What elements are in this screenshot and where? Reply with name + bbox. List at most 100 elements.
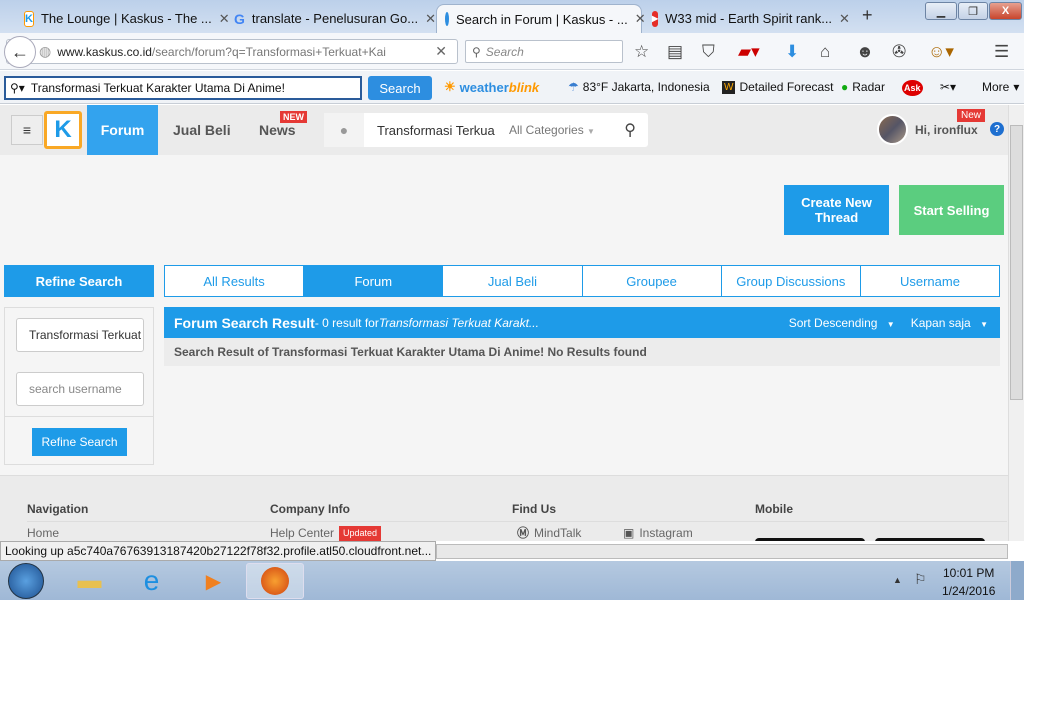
monkey-icon[interactable]: ☺▾ [928, 42, 954, 62]
tab-all-results[interactable]: All Results [165, 266, 305, 296]
web-page: ≡ K Forum Jual Beli News NEW ● Transform… [0, 105, 1008, 541]
app-store-badge[interactable] [755, 538, 865, 541]
results-header: Forum Search Result - 0 result for Trans… [164, 307, 1000, 338]
url-bar[interactable]: ◍ www.kaskus.co.id/search/forum?q=Transf… [6, 39, 458, 64]
refine-search-button[interactable]: Refine Search [32, 428, 127, 456]
minimize-button[interactable]: ▁ [925, 2, 957, 20]
tab-forum[interactable]: Forum [304, 266, 444, 296]
toolbar-search-button[interactable]: Search [368, 76, 432, 100]
weatherblink-logo[interactable]: ☀ weather blink [444, 79, 539, 95]
tools-icon: ✂▾ [940, 80, 957, 94]
sun-icon: ☀ [444, 79, 456, 94]
tab-the-lounge[interactable]: K The Lounge | Kaskus - The ... ✕ [16, 4, 230, 33]
footer-home-link[interactable]: Home [27, 526, 59, 541]
firefox-taskbar-button[interactable] [246, 563, 304, 599]
sort-dropdown[interactable]: Sort Descending ▼ [789, 316, 895, 330]
query-input[interactable]: Transformasi Terkuat Karakter Utama Di A… [16, 318, 144, 352]
vertical-scrollbar[interactable] [1008, 105, 1024, 541]
tab-strip: K The Lounge | Kaskus - The ... ✕ Gtransla… [0, 0, 1024, 33]
tab-username[interactable]: Username [860, 266, 1000, 296]
pocket-icon[interactable]: ⛉ [702, 42, 715, 62]
file-explorer-icon[interactable]: ▬ [62, 563, 117, 599]
download-icon[interactable]: ⬇ [785, 42, 799, 62]
menu-icon[interactable]: ☰ [994, 42, 1009, 62]
footer-instagram-link[interactable]: ▣ Instagram [623, 526, 693, 541]
youtube-icon: ▶ [652, 10, 659, 27]
radar-icon: ● [841, 80, 849, 94]
globe-icon: ◍ [39, 43, 52, 59]
create-thread-button[interactable]: Create New Thread [784, 185, 889, 235]
search-icon: ⚲▾ [10, 81, 25, 95]
toolbar-search-input[interactable]: ⚲▾ Transformasi Terkuat Karakter Utama Di… [4, 76, 362, 100]
category-select[interactable]: All Categories ▼ [509, 123, 595, 137]
refine-search-header: Refine Search [4, 265, 154, 297]
restore-button[interactable]: ❐ [958, 2, 988, 20]
close-icon[interactable]: ✕ [839, 11, 850, 27]
tab-groupee[interactable]: Groupee [582, 266, 722, 296]
start-button[interactable] [8, 563, 44, 599]
chat-bubble-icon: ● [324, 113, 364, 147]
user-new-badge: New [957, 109, 986, 122]
tab-group-discussions[interactable]: Group Discussions [721, 266, 861, 296]
username-input[interactable]: search username [16, 372, 144, 406]
new-tab-button[interactable]: + [862, 5, 873, 26]
avatar[interactable] [877, 114, 908, 145]
tab-translate[interactable]: Gtranslate - Penelusuran Go... ✕ [226, 4, 436, 33]
more-button[interactable]: More ▾ [982, 80, 1019, 94]
refine-panel: Transformasi Terkuat Karakter Utama Di A… [4, 307, 154, 465]
no-results-message: Search Result of Transformasi Terkuat Ka… [164, 338, 1000, 366]
taskbar: ▬ e ▶ ▲ ⚐ 10:01 PM 1/24/2016 [0, 561, 1024, 600]
firefox-icon [261, 567, 289, 595]
internet-explorer-icon[interactable]: e [124, 563, 179, 599]
home-icon[interactable]: ⌂ [820, 42, 830, 62]
forecast-icon: W [722, 80, 736, 94]
media-player-icon[interactable]: ▶ [186, 563, 241, 599]
site-header: ≡ K Forum Jual Beli News NEW ● Transform… [0, 105, 1008, 155]
navigation-bar: ← ◍ www.kaskus.co.id/search/forum?q=Tran… [0, 33, 1024, 70]
status-bar: Looking up a5c740a76763913187420b27122f7… [0, 541, 436, 561]
tools-button[interactable]: ✂▾ [940, 80, 956, 94]
show-hidden-icons[interactable]: ▲ [893, 575, 902, 585]
time-dropdown[interactable]: Kapan saja ▼ [911, 316, 988, 330]
flash-icon[interactable]: ▰▾ [738, 42, 760, 62]
mindtalk-icon: Ⓜ [517, 526, 530, 540]
tab-search-in-forum[interactable]: Search in Forum | Kaskus - ... ✕ [436, 4, 646, 33]
bookmark-star-icon[interactable]: ☆ [634, 42, 649, 62]
forecast-item[interactable]: W Detailed Forecast [722, 80, 834, 94]
close-window-button[interactable]: X [989, 2, 1022, 20]
ask-button[interactable]: Ask [902, 80, 923, 96]
back-button[interactable]: ← [4, 36, 36, 68]
footer: Navigation Company Info Find Us Mobile H… [0, 475, 1008, 541]
site-search-input[interactable]: Transformasi Terkua [377, 123, 497, 138]
clear-url-icon[interactable]: ✕ [435, 43, 447, 60]
tab-jual-beli[interactable]: Jual Beli [443, 266, 583, 296]
action-center-flag-icon[interactable]: ⚐ [914, 571, 927, 588]
clock[interactable]: 10:01 PM 1/24/2016 [942, 566, 995, 598]
help-icon[interactable]: ? [990, 122, 1004, 136]
footer-mindtalk-link[interactable]: Ⓜ MindTalk [517, 526, 581, 541]
nav-jual-beli[interactable]: Jual Beli [173, 105, 231, 155]
search-icon: ⚲ [472, 44, 481, 59]
horizontal-scrollbar[interactable] [436, 544, 1008, 559]
radar-item[interactable]: ● Radar [841, 80, 885, 94]
search-toolbar: ⚲▾ Transformasi Terkuat Karakter Utama Di… [0, 71, 1024, 104]
chat-icon[interactable]: ☻ [856, 42, 874, 62]
weather-item[interactable]: ☂ 83°F Jakarta, Indonesia [568, 80, 710, 94]
hamburger-menu-button[interactable]: ≡ [11, 115, 43, 145]
close-icon[interactable]: ✕ [425, 11, 436, 27]
kaskus-logo[interactable]: K [44, 111, 82, 149]
show-desktop-button[interactable] [1010, 561, 1024, 600]
start-selling-button[interactable]: Start Selling [899, 185, 1004, 235]
tab-youtube[interactable]: ▶ W33 mid - Earth Spirit rank... ✕ [644, 4, 850, 33]
footer-help-center-link[interactable]: Help Center Updated [270, 526, 382, 541]
instagram-icon: ▣ [623, 526, 635, 540]
nav-forum[interactable]: Forum [87, 105, 158, 155]
kaskus-icon: K [24, 10, 34, 27]
film-reel-icon[interactable]: ✇ [892, 42, 906, 62]
browser-search-input[interactable]: ⚲ Search [465, 40, 623, 63]
reading-list-icon[interactable]: ▤ [667, 42, 683, 62]
user-greeting[interactable]: Hi, ironflux [915, 123, 978, 137]
search-icon[interactable]: ⚲ [624, 120, 636, 140]
google-play-badge[interactable] [875, 538, 985, 541]
ask-icon: Ask [902, 80, 923, 96]
